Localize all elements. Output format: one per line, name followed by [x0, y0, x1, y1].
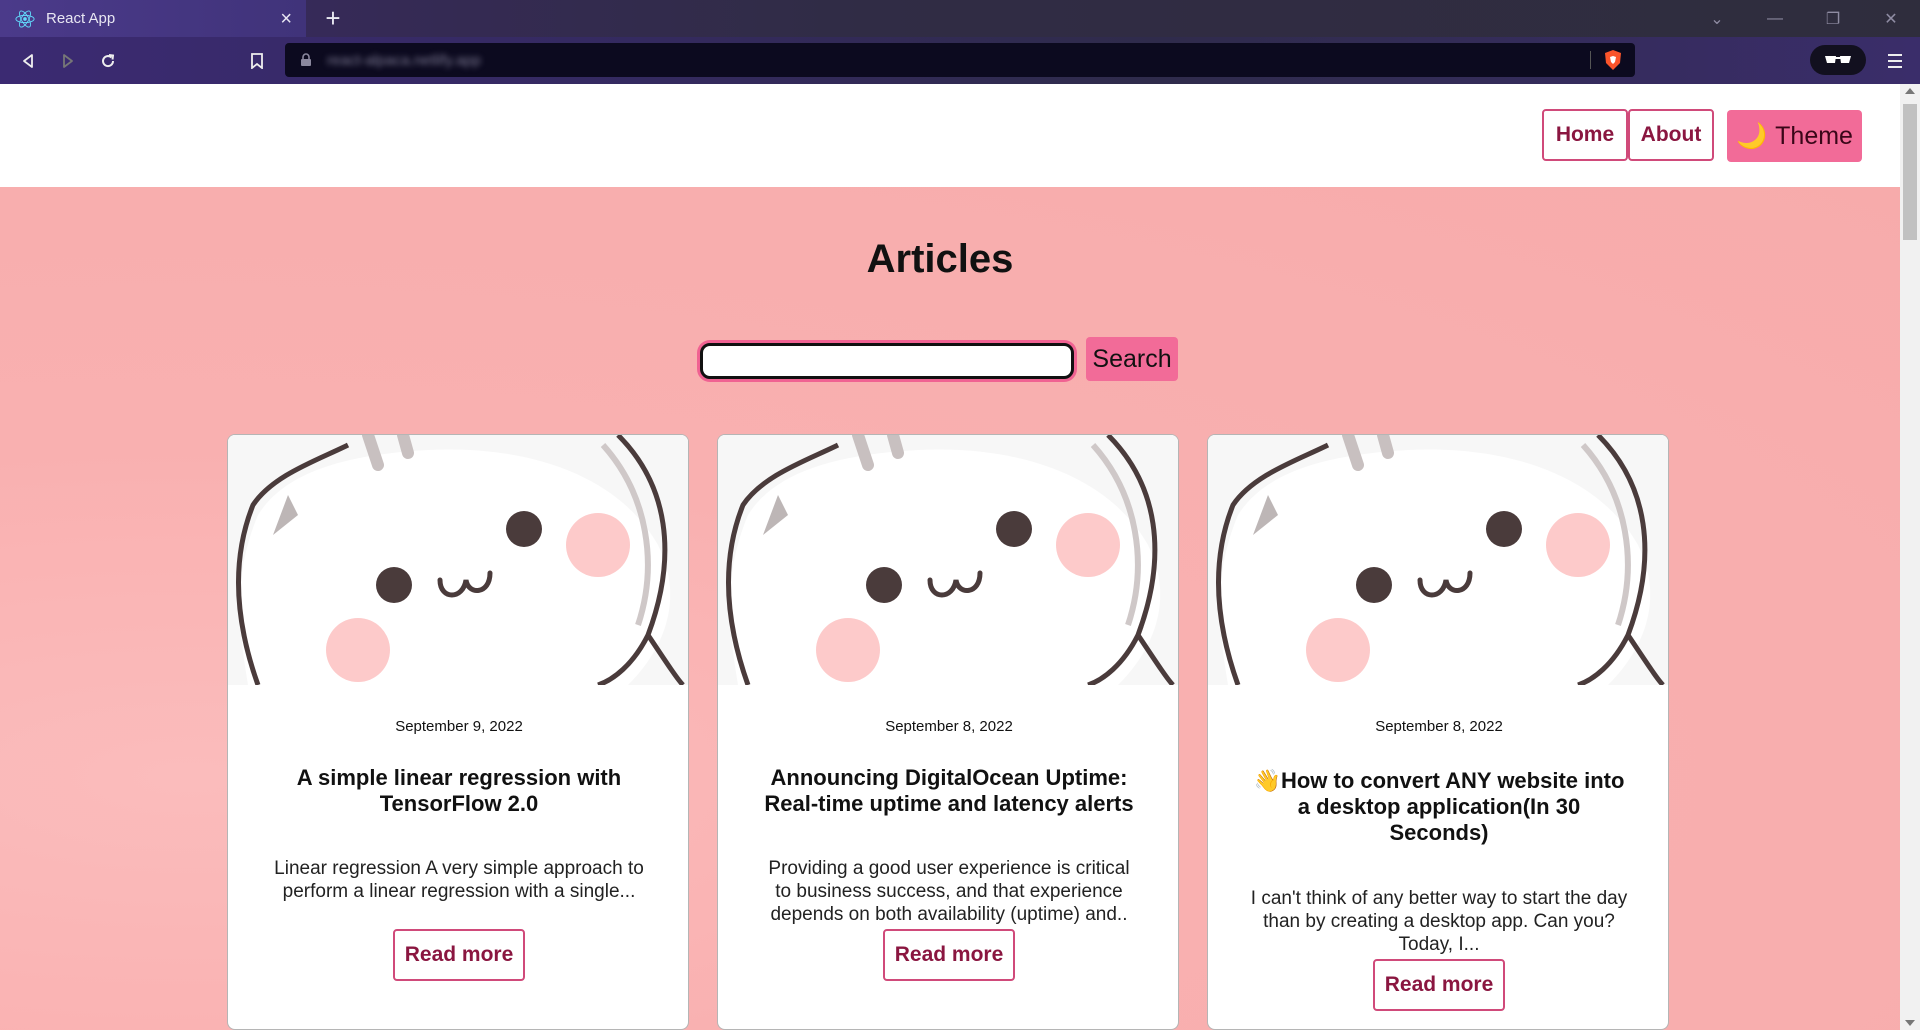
nav-home-button[interactable]: Home — [1542, 109, 1628, 161]
nav-about-button[interactable]: About — [1628, 109, 1714, 161]
read-more-button[interactable]: Read more — [393, 929, 525, 981]
cat-illustration — [1208, 435, 1668, 685]
restore-icon[interactable]: ❐ — [1804, 9, 1862, 29]
scrollbar-thumb[interactable] — [1903, 104, 1917, 240]
article-title: 👋How to convert ANY website into a deskt… — [1253, 768, 1625, 845]
site-header: Home About 🌙 Theme — [0, 84, 1900, 187]
menu-icon[interactable] — [1882, 47, 1908, 75]
window-controls: ⌄ — ❐ ✕ — [1688, 0, 1920, 37]
back-icon[interactable] — [14, 47, 42, 75]
article-date: September 9, 2022 — [395, 718, 523, 735]
read-more-button[interactable]: Read more — [1373, 959, 1505, 1011]
page-viewport: Home About 🌙 Theme Articles Search Septe… — [0, 84, 1900, 1030]
react-logo-icon — [14, 8, 36, 30]
new-tab-button[interactable]: + — [318, 3, 348, 33]
scroll-down-icon[interactable] — [1905, 1020, 1915, 1026]
article-excerpt: I can't think of any better way to start… — [1250, 888, 1628, 955]
article-card: September 8, 2022 👋How to convert ANY we… — [1207, 434, 1669, 1030]
cat-illustration — [718, 435, 1178, 685]
close-tab-icon[interactable]: × — [280, 9, 292, 29]
bookmark-icon[interactable] — [243, 47, 271, 75]
article-date: September 8, 2022 — [1375, 718, 1503, 735]
search-button[interactable]: Search — [1086, 337, 1178, 381]
browser-tab-bar: React App × + ⌄ — ❐ ✕ — [0, 0, 1920, 37]
article-date: September 8, 2022 — [885, 718, 1013, 735]
browser-toolbar: react-alpaca.netlify.app — [0, 37, 1920, 84]
article-card: September 9, 2022 A simple linear regres… — [227, 434, 689, 1030]
article-excerpt: Providing a good user experience is crit… — [768, 858, 1130, 925]
wallet-icon[interactable] — [1810, 45, 1866, 75]
article-title: A simple linear regression with TensorFl… — [296, 765, 622, 816]
theme-label: Theme — [1775, 121, 1853, 150]
article-card: September 8, 2022 Announcing DigitalOcea… — [717, 434, 1179, 1030]
lock-icon — [301, 53, 311, 66]
tab-title: React App — [46, 10, 116, 27]
address-bar-divider — [1590, 51, 1591, 69]
brave-shields-icon[interactable] — [1601, 48, 1625, 72]
minimize-icon[interactable]: — — [1746, 10, 1804, 28]
article-excerpt: Linear regression A very simple approach… — [274, 858, 644, 902]
address-bar[interactable]: react-alpaca.netlify.app — [285, 43, 1635, 77]
theme-toggle-button[interactable]: 🌙 Theme — [1727, 110, 1862, 162]
tab-search-icon[interactable]: ⌄ — [1688, 9, 1746, 29]
scroll-up-icon[interactable] — [1905, 88, 1915, 94]
read-more-button[interactable]: Read more — [883, 929, 1015, 981]
articles-section: Articles Search September 9, 2022 A simp… — [0, 187, 1900, 1030]
cat-illustration — [228, 435, 688, 685]
article-title: Announcing DigitalOcean Uptime: Real-tim… — [764, 765, 1134, 816]
close-window-icon[interactable]: ✕ — [1862, 9, 1920, 29]
url-text: react-alpaca.netlify.app — [327, 51, 481, 69]
moon-icon: 🌙 — [1736, 121, 1768, 150]
page-title: Articles — [866, 237, 1014, 281]
browser-tab[interactable]: React App × — [0, 0, 306, 37]
search-input[interactable] — [700, 343, 1074, 379]
reload-icon[interactable] — [94, 47, 122, 75]
page-scrollbar[interactable] — [1900, 84, 1920, 1030]
forward-icon[interactable] — [54, 47, 82, 75]
